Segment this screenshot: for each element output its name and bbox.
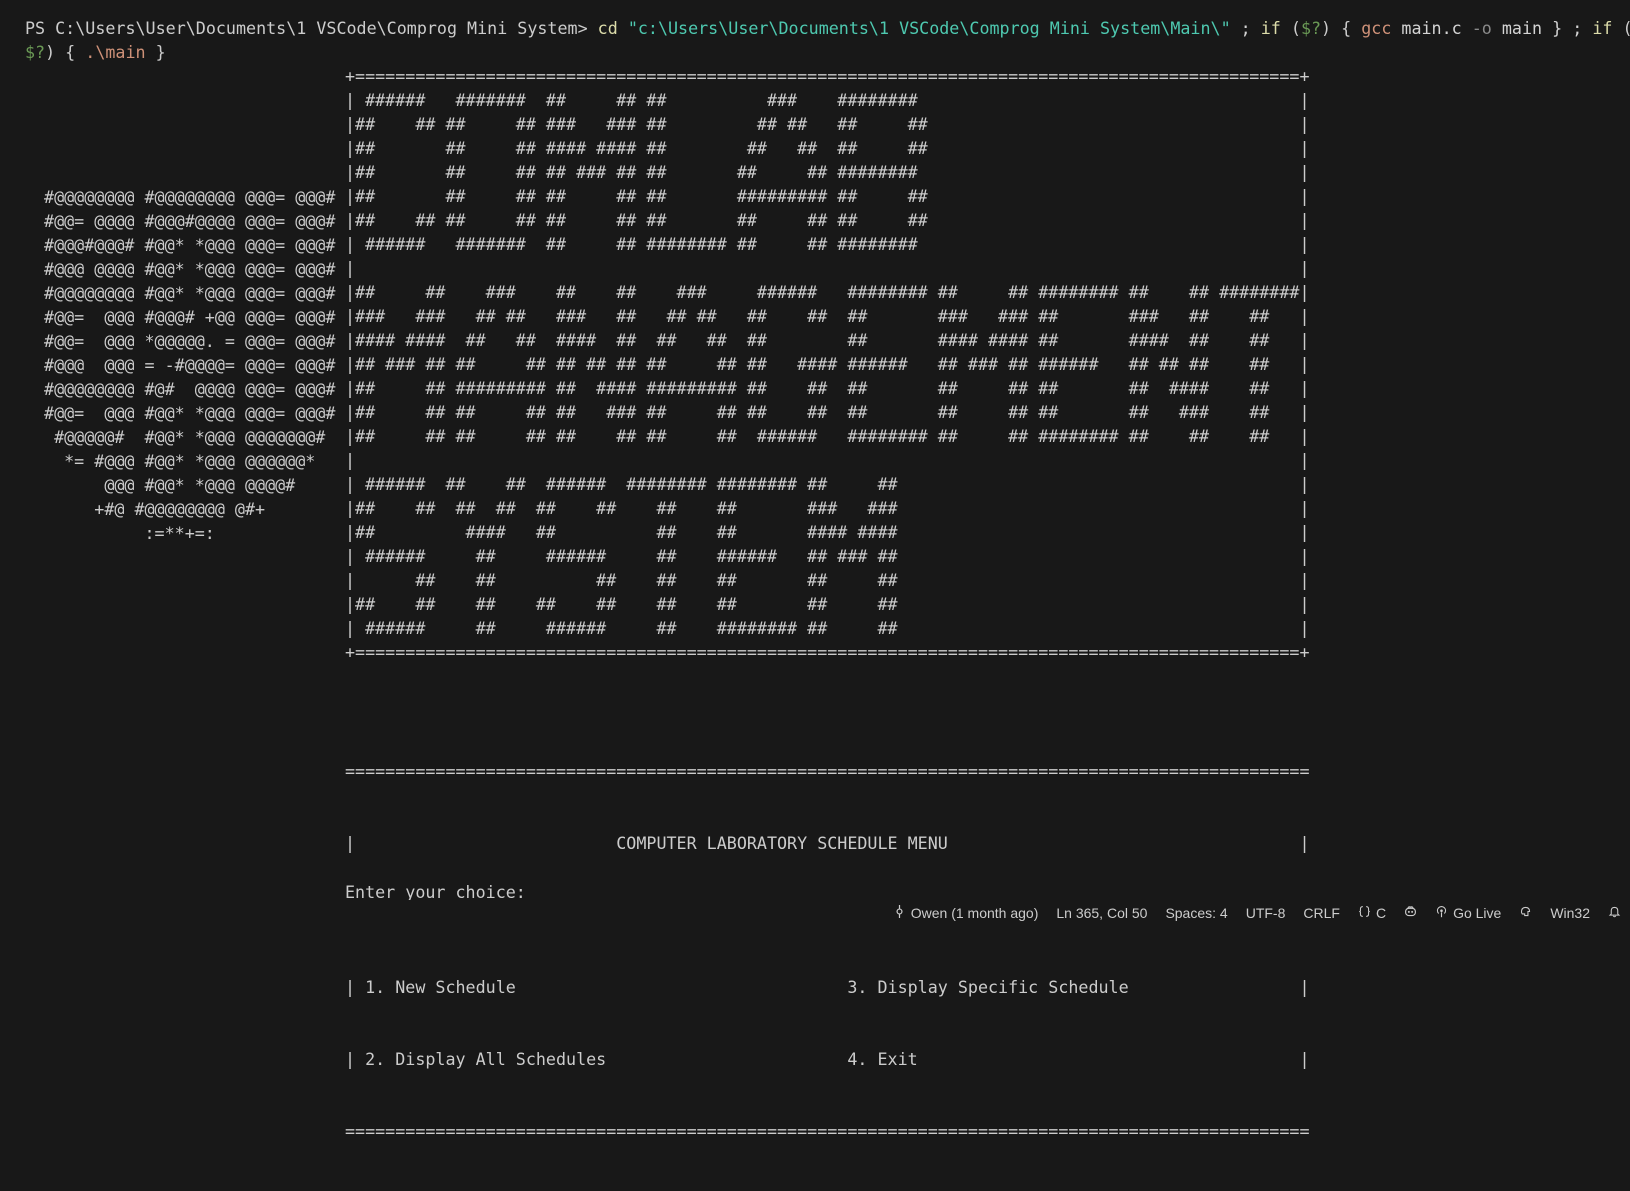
current-directory: C:\Users\User\Documents\1 VSCode\Comprog… (55, 18, 588, 38)
paren-close-2: ) { (45, 42, 86, 62)
menu-bottom-rule: ========================================… (345, 1121, 1310, 1141)
git-commit-icon (893, 904, 911, 921)
if-keyword: if (1260, 18, 1281, 38)
status-var: $? (1300, 18, 1322, 38)
copilot-button[interactable] (1395, 900, 1426, 925)
broadcast-icon (1435, 905, 1453, 921)
language-label: C (1375, 904, 1387, 921)
cursor-position[interactable]: Ln 365, Col 50 (1047, 900, 1156, 925)
gear-brain-icon (1519, 905, 1532, 921)
terminal-panel[interactable]: PS C:\Users\User\Documents\1 VSCode\Comp… (0, 0, 1630, 1141)
command-end: } (145, 42, 166, 62)
go-live-button[interactable]: Go Live (1426, 900, 1510, 925)
output-flag: -o (1471, 18, 1492, 38)
go-live-label: Go Live (1453, 904, 1502, 921)
menu-row-1: | 1. New Schedule 3. Display Specific Sc… (345, 977, 1310, 997)
separator: ; (1230, 18, 1261, 38)
run-command: .\main (85, 42, 146, 62)
menu-title: | COMPUTER LABORATORY SCHEDULE MENU | (345, 833, 1310, 853)
ps-prefix: PS (25, 18, 56, 38)
source-file: main.c (1391, 18, 1472, 38)
menu-top-rule: ========================================… (345, 761, 1310, 781)
extension-status[interactable] (1510, 900, 1541, 925)
language-mode[interactable]: C (1349, 900, 1395, 925)
bell-icon (1608, 905, 1621, 921)
platform[interactable]: Win32 (1541, 900, 1599, 925)
encoding[interactable]: UTF-8 (1237, 900, 1295, 925)
blame-text: Owen (1 month ago) (910, 904, 1039, 921)
schedule-menu: ========================================… (345, 711, 1310, 1191)
cd-keyword: cd (597, 18, 618, 38)
status-var-2: $? (25, 42, 46, 62)
ascii-logo: #@@@@@@@@ #@@@@@@@@ @@@= @@@# #@@= @@@@ … (44, 187, 336, 543)
command-line: PS C:\Users\User\Documents\1 VSCode\Comp… (25, 16, 1630, 64)
paren-open: ( (1280, 18, 1301, 38)
indentation[interactable]: Spaces: 4 (1156, 900, 1236, 925)
braces-icon (1358, 905, 1376, 921)
line-endings[interactable]: CRLF (1294, 900, 1349, 925)
output-name: main } ; (1491, 18, 1593, 38)
git-blame[interactable]: Owen (1 month ago) (884, 900, 1048, 925)
copilot-icon (1404, 905, 1417, 921)
status-bar: Owen (1 month ago) Ln 365, Col 50 Spaces… (0, 900, 1630, 925)
paren-close: ) { (1321, 18, 1362, 38)
ascii-banner: +=======================================… (345, 66, 1310, 662)
target-path: "c:\Users\User\Documents\1 VSCode\Compro… (627, 18, 1231, 38)
menu-row-2: | 2. Display All Schedules 4. Exit | (345, 1049, 1310, 1069)
gcc-command: gcc (1361, 18, 1392, 38)
paren-open-2: ( (1612, 18, 1630, 38)
if-keyword-2: if (1592, 18, 1613, 38)
notifications-button[interactable] (1599, 900, 1630, 925)
